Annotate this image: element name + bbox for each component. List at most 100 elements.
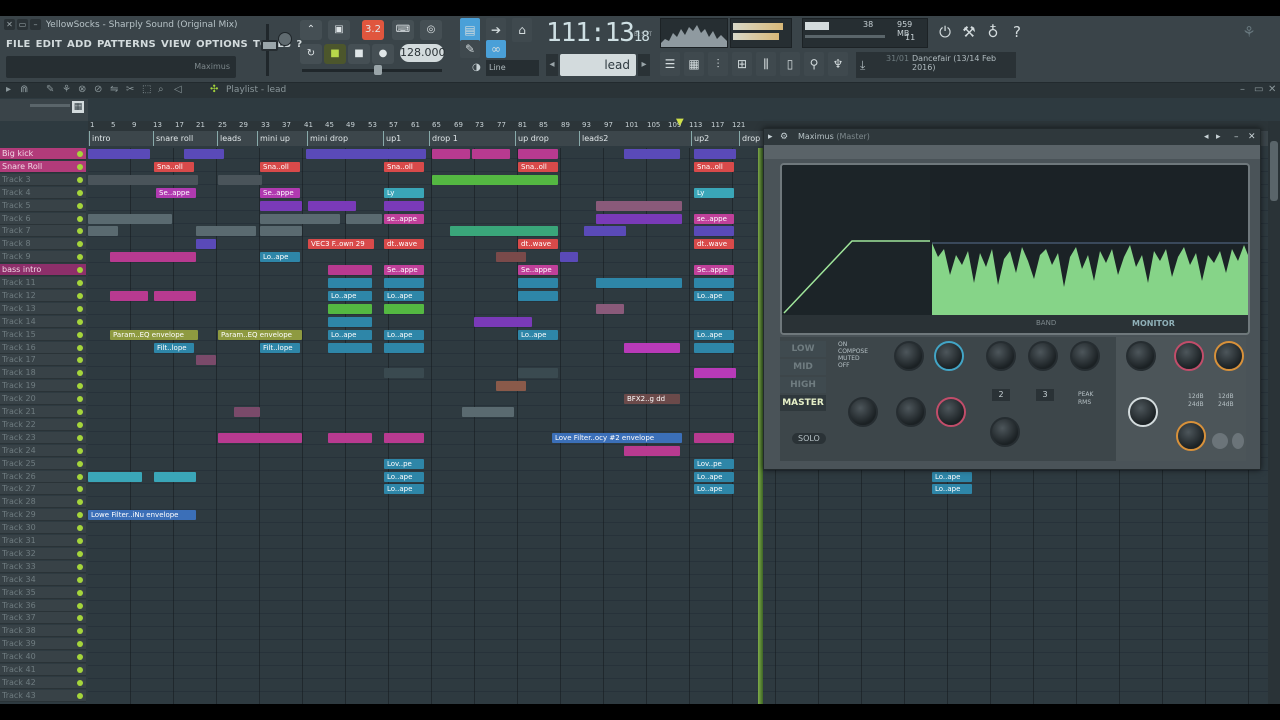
- playlist-clip[interactable]: Lo..ape: [260, 252, 300, 263]
- playlist-clip[interactable]: se..appe: [694, 213, 734, 224]
- mute-led-icon[interactable]: [77, 202, 83, 209]
- collapse-icon[interactable]: ▸: [6, 84, 11, 95]
- mute-led-icon[interactable]: [77, 176, 83, 183]
- tempo-tap-icon[interactable]: ◎: [420, 20, 442, 40]
- playlist-clip[interactable]: [88, 149, 150, 159]
- playlist-clip[interactable]: [196, 226, 256, 237]
- pen-icon[interactable]: ✎: [460, 40, 480, 58]
- playlist-clip[interactable]: Lo..ape: [384, 329, 424, 340]
- low-cut-knob[interactable]: [934, 341, 964, 371]
- help-icon[interactable]: ?: [1006, 20, 1028, 44]
- playlist-clip[interactable]: Lowe Filter..iNu envelope: [88, 510, 196, 521]
- playlist-clip[interactable]: [384, 200, 424, 211]
- mute-led-icon[interactable]: [77, 396, 83, 403]
- playlist-clip[interactable]: Lo..ape: [328, 329, 372, 340]
- track-header[interactable]: Track 39: [0, 638, 86, 651]
- state-muted[interactable]: MUTED: [838, 355, 860, 362]
- pattern-selector[interactable]: ◂ lead ▸: [546, 54, 650, 76]
- master-pitch-knob[interactable]: [278, 32, 292, 72]
- minimize-plugin-icon[interactable]: –: [1234, 129, 1239, 145]
- mute-led-icon[interactable]: [77, 615, 83, 622]
- playlist-clip[interactable]: [584, 226, 626, 237]
- playlist-clip[interactable]: [328, 342, 372, 353]
- slip-icon[interactable]: ⇋: [110, 84, 118, 95]
- marker-up1[interactable]: up1: [382, 131, 401, 146]
- track-header[interactable]: Track 31: [0, 535, 86, 547]
- pre-gain-knob[interactable]: [894, 341, 924, 371]
- playlist-clip[interactable]: [88, 174, 198, 185]
- track-header[interactable]: Track 7: [0, 225, 86, 238]
- menu-file[interactable]: FILE: [6, 39, 31, 50]
- playlist-clip[interactable]: [694, 368, 736, 379]
- playlist-icon[interactable]: ☰: [660, 52, 680, 76]
- playlist-clip[interactable]: [384, 432, 424, 443]
- metronome-icon[interactable]: ▣: [328, 20, 350, 40]
- mute-led-icon[interactable]: [77, 228, 83, 235]
- tempo-display[interactable]: 128.000: [400, 44, 446, 62]
- track-header[interactable]: Track 8: [0, 238, 86, 251]
- next-preset-icon[interactable]: ▸: [1216, 129, 1221, 145]
- cpu-icon[interactable]: ⏻: [934, 20, 956, 44]
- snap-selector[interactable]: ◑ Line: [472, 60, 539, 76]
- band-high[interactable]: HIGH: [780, 377, 826, 393]
- link-icon[interactable]: ∞: [486, 40, 506, 58]
- playlist-clip[interactable]: [218, 432, 302, 443]
- menu-patterns[interactable]: PATTERNS: [97, 39, 156, 50]
- mute-led-icon[interactable]: [77, 215, 83, 222]
- playlist-clip[interactable]: Sna..oll: [694, 161, 734, 172]
- mixer-icon[interactable]: ⫼: [756, 52, 776, 76]
- state-compose[interactable]: COMPOSE: [838, 348, 868, 355]
- song-position-marker-icon[interactable]: ▼: [676, 117, 684, 128]
- track-header[interactable]: Track 36: [0, 599, 86, 612]
- track-header[interactable]: Track 25: [0, 457, 86, 470]
- stop-button[interactable]: ■: [348, 44, 370, 64]
- mute-led-icon[interactable]: [77, 512, 83, 519]
- marker-drop-1[interactable]: drop 1: [429, 131, 458, 146]
- playlist-clip[interactable]: [384, 303, 424, 314]
- close-plugin-icon[interactable]: ✕: [1248, 129, 1256, 145]
- piano-roll-icon[interactable]: ▦: [684, 52, 704, 76]
- db-option-4[interactable]: 24dB: [1218, 401, 1234, 408]
- mute-icon[interactable]: ⊘: [94, 84, 102, 95]
- playlist-clip[interactable]: [496, 252, 526, 263]
- mute-led-icon[interactable]: [77, 254, 83, 261]
- playlist-clip[interactable]: [306, 149, 386, 159]
- mute-led-icon[interactable]: [77, 151, 83, 157]
- playlist-clip[interactable]: [260, 213, 340, 224]
- vertical-scrollbar[interactable]: [1268, 121, 1280, 704]
- state-off[interactable]: OFF: [838, 362, 850, 369]
- playlist-clip[interactable]: se..appe: [384, 213, 424, 224]
- track-header[interactable]: Snare Roll: [0, 160, 86, 173]
- playlist-clip[interactable]: [260, 226, 302, 237]
- mute-led-icon[interactable]: [77, 460, 83, 467]
- track-header[interactable]: Track 15: [0, 328, 86, 341]
- mode-button[interactable]: 3.2: [362, 20, 384, 40]
- song-position-bar[interactable]: [302, 69, 442, 72]
- marker-up2[interactable]: up2: [690, 131, 709, 146]
- playlist-clip[interactable]: dt..wave: [384, 239, 424, 250]
- master-volume-slider[interactable]: [258, 24, 278, 76]
- playlist-clip[interactable]: [234, 407, 260, 417]
- track-header[interactable]: Track 17: [0, 354, 86, 367]
- playlist-clip[interactable]: [462, 407, 514, 417]
- marker-mini-up[interactable]: mini up: [257, 131, 290, 146]
- track-header[interactable]: Track 3: [0, 173, 86, 186]
- band-master[interactable]: MASTER: [780, 395, 826, 411]
- playlist-clip[interactable]: [560, 252, 578, 263]
- playlist-clip[interactable]: Sna..oll: [154, 161, 194, 172]
- mute-led-icon[interactable]: [77, 679, 83, 686]
- mute-led-icon[interactable]: [77, 189, 83, 196]
- state-on[interactable]: ON: [838, 341, 847, 348]
- pat-song-toggle-icon[interactable]: ⌃: [300, 20, 322, 40]
- track-header[interactable]: Track 38: [0, 625, 86, 638]
- mute-led-icon[interactable]: [77, 692, 83, 699]
- opt-peak[interactable]: PEAK: [1078, 391, 1093, 398]
- mute-led-icon[interactable]: [77, 331, 83, 338]
- track-header[interactable]: Track 37: [0, 612, 86, 625]
- time-display[interactable]: 111:1318 B:S:T: [546, 18, 656, 48]
- mute-led-icon[interactable]: [77, 538, 83, 544]
- mic-icon[interactable]: ♆: [828, 52, 848, 76]
- playlist-clip[interactable]: [624, 149, 680, 159]
- ratio-knob[interactable]: [1028, 341, 1058, 371]
- playlist-clip[interactable]: [88, 226, 118, 237]
